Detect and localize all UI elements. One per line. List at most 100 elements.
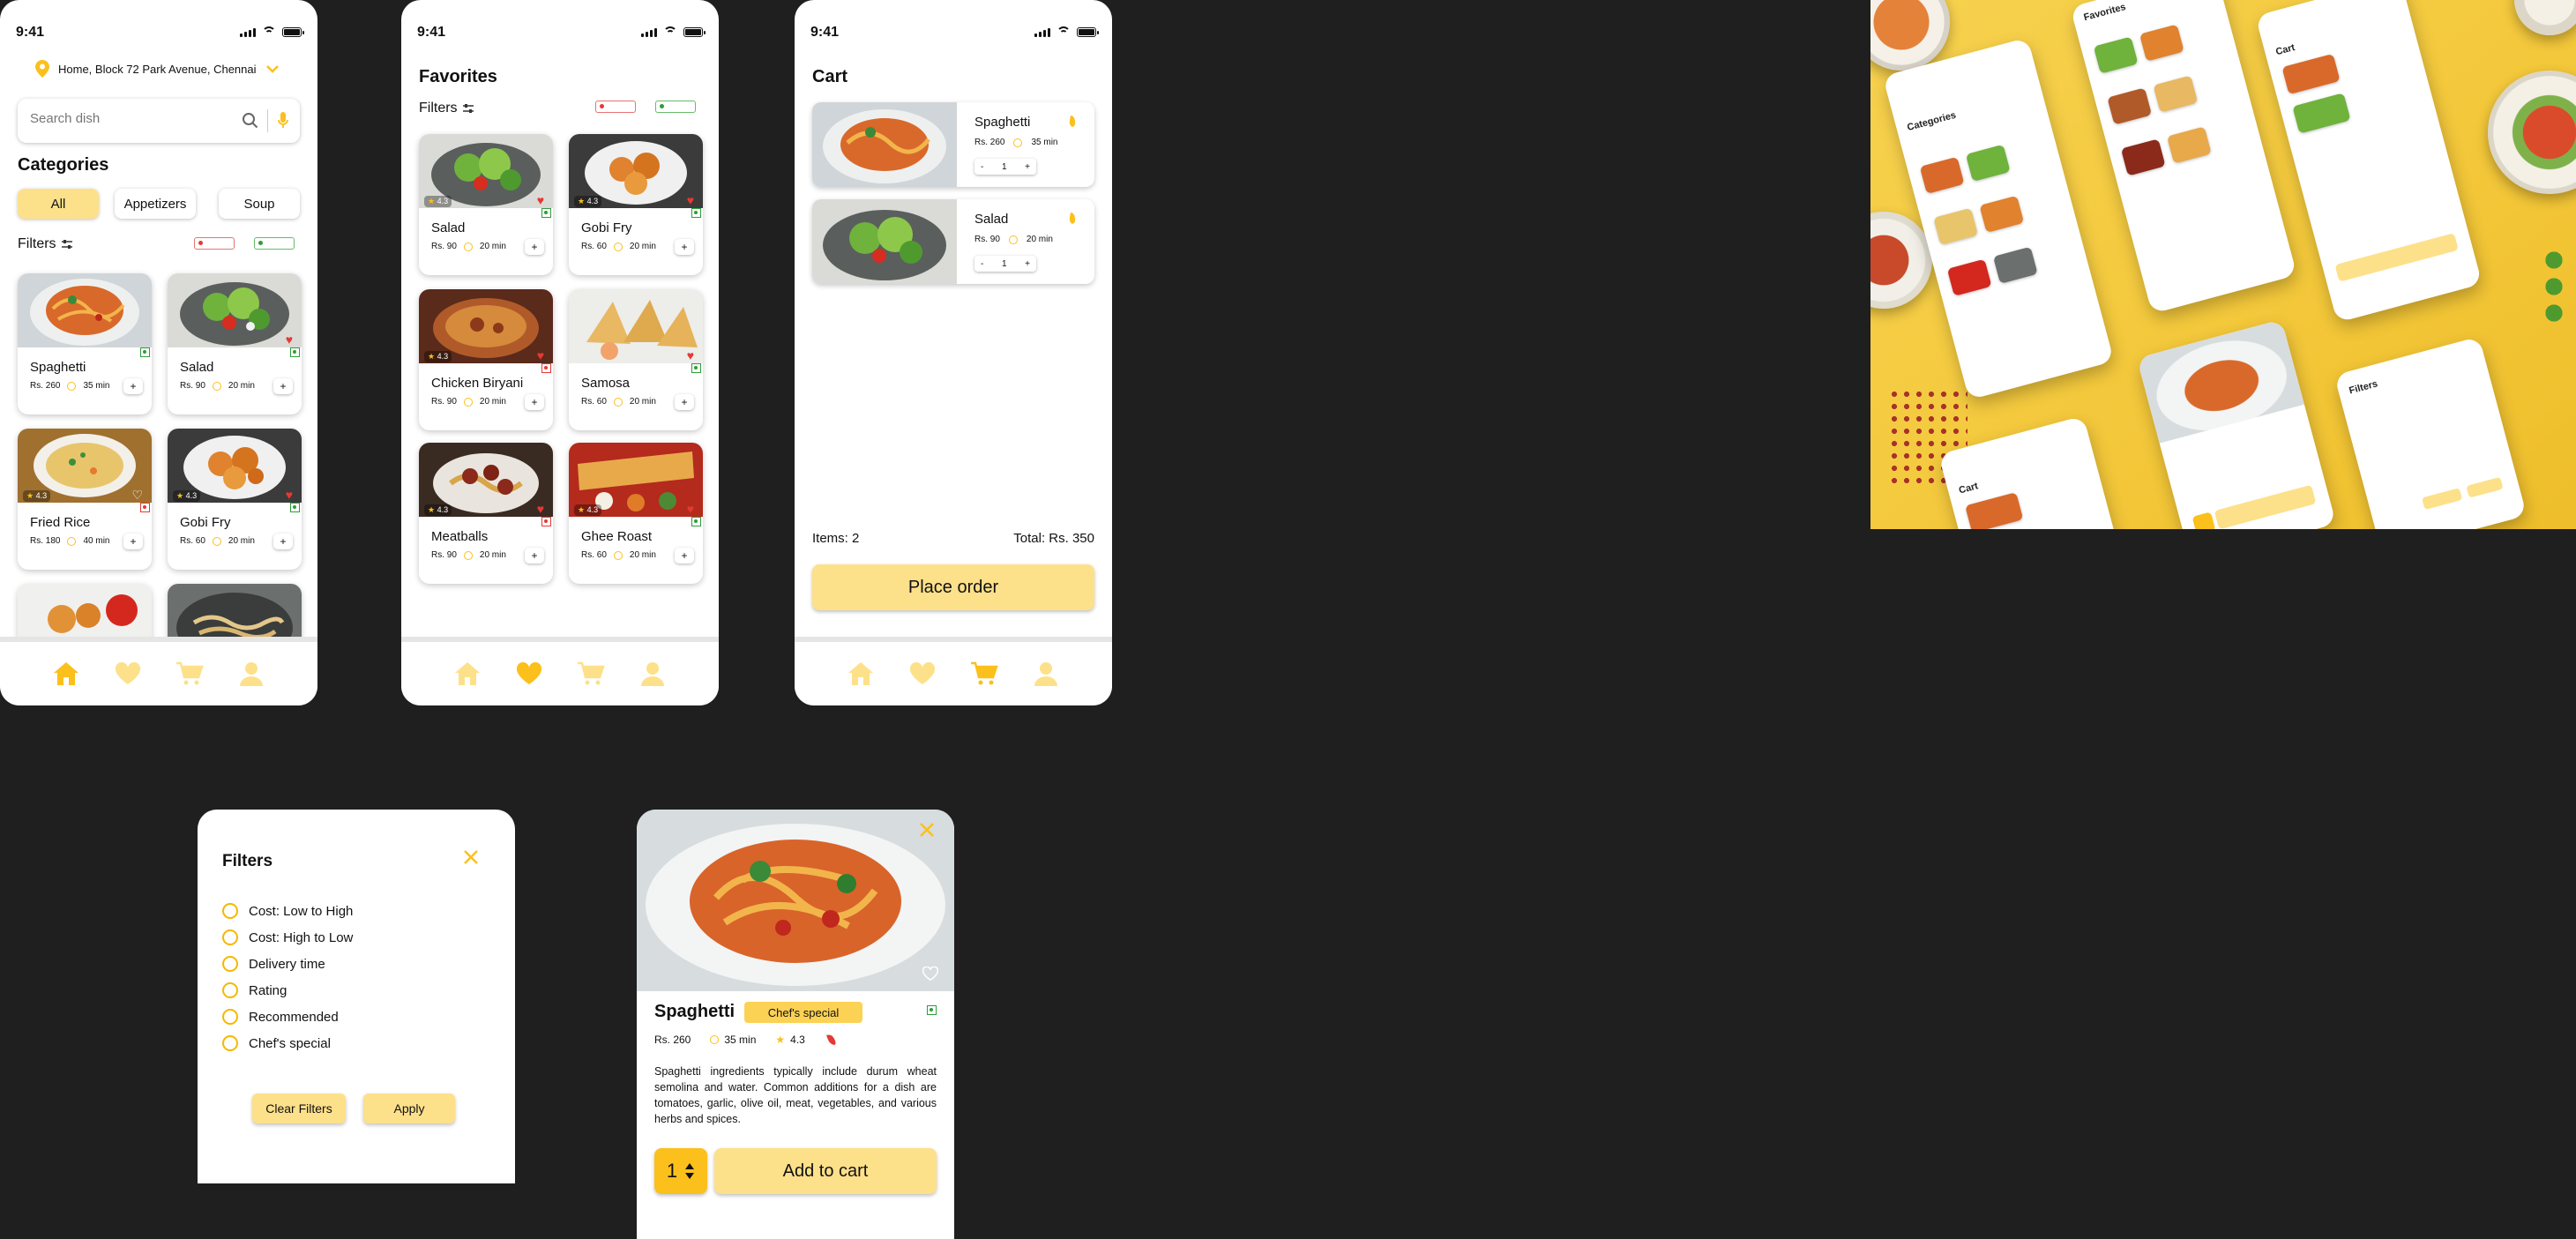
fav-card-ghee-roast[interactable]: ★ 4.3 ♥ Ghee Roast Rs. 60 20 min + — [569, 443, 703, 584]
tab-home[interactable] — [450, 656, 485, 691]
rating-badge: ★ 4.3 — [424, 196, 452, 207]
up-down-icon — [685, 1163, 695, 1179]
veg-icon — [541, 208, 551, 218]
tab-favorites[interactable] — [511, 656, 547, 691]
radio-icon[interactable] — [222, 903, 238, 919]
increment-button[interactable]: + — [1025, 259, 1030, 269]
category-chip-soup[interactable]: Soup — [219, 189, 300, 219]
cart-item-spaghetti[interactable]: Spaghetti Rs. 260 35 min - 1 + — [812, 102, 1094, 187]
add-button[interactable]: + — [675, 239, 694, 255]
mic-icon[interactable] — [277, 111, 289, 131]
add-button[interactable]: + — [525, 548, 544, 564]
filter-option[interactable]: Recommended — [222, 1004, 353, 1030]
add-button[interactable]: + — [525, 239, 544, 255]
radio-icon[interactable] — [222, 982, 238, 998]
heart-icon[interactable]: ♥ — [687, 194, 694, 206]
decrement-button[interactable]: - — [981, 162, 983, 172]
close-icon[interactable] — [462, 848, 480, 866]
tab-profile[interactable] — [1028, 656, 1064, 691]
clear-filters-button[interactable]: Clear Filters — [252, 1093, 346, 1123]
radio-icon[interactable] — [222, 1035, 238, 1051]
cart-item-price: Rs. 90 — [974, 235, 1000, 244]
filter-option[interactable]: Cost: Low to High — [222, 898, 353, 924]
location-selector[interactable]: Home, Block 72 Park Avenue, Chennai — [35, 60, 280, 78]
cart-item-name: Salad — [974, 212, 1009, 227]
cart-icon — [176, 661, 204, 685]
fav-card-samosa[interactable]: ♥ Samosa Rs. 60 20 min + — [569, 289, 703, 430]
dish-time: 35 min — [83, 381, 110, 391]
dish-name: Samosa — [581, 376, 631, 391]
page-title: Favorites — [419, 67, 497, 86]
heart-icon[interactable]: ♥ — [687, 349, 694, 362]
tab-profile[interactable] — [234, 656, 269, 691]
heart-icon[interactable]: ♥ — [537, 349, 544, 362]
quantity-stepper[interactable]: - 1 + — [974, 256, 1036, 272]
heart-icon[interactable]: ♥ — [537, 194, 544, 206]
category-chip-all[interactable]: All — [18, 189, 99, 219]
quantity-stepper[interactable]: - 1 + — [974, 159, 1036, 175]
radio-icon[interactable] — [222, 929, 238, 945]
increment-button[interactable]: + — [1025, 162, 1030, 172]
add-button[interactable]: + — [123, 378, 143, 394]
nonveg-filter-toggle[interactable] — [595, 101, 636, 113]
dish-card-gobi-fry[interactable]: ★ 4.3 ♥ Gobi Fry Rs. 60 20 min + — [168, 429, 302, 570]
dish-time: 20 min — [479, 397, 506, 407]
tab-favorites[interactable] — [905, 656, 940, 691]
filter-option-label: Cost: High to Low — [249, 929, 354, 945]
veg-filter-toggle[interactable] — [254, 237, 295, 250]
fav-card-gobi-fry[interactable]: ★ 4.3 ♥ Gobi Fry Rs. 60 20 min + — [569, 134, 703, 275]
heart-icon[interactable]: ♥ — [537, 503, 544, 515]
tab-home[interactable] — [49, 656, 84, 691]
search-input[interactable] — [30, 111, 233, 126]
quantity-selector[interactable]: 1 — [654, 1148, 707, 1194]
fav-card-meatballs[interactable]: ★ 4.3 ♥ Meatballs Rs. 90 20 min + — [419, 443, 553, 584]
dish-name: Gobi Fry — [180, 515, 231, 530]
tab-cart[interactable] — [172, 656, 207, 691]
heart-icon[interactable]: ♡ — [131, 489, 143, 501]
search-bar[interactable] — [18, 99, 300, 143]
heart-icon[interactable] — [922, 967, 938, 981]
heart-icon[interactable]: ♥ — [286, 489, 293, 501]
tab-profile[interactable] — [635, 656, 670, 691]
filters-button[interactable]: Filters — [419, 101, 474, 116]
add-button[interactable]: + — [273, 534, 293, 549]
filter-option[interactable]: Chef's special — [222, 1030, 353, 1056]
add-button[interactable]: + — [525, 394, 544, 410]
apply-button[interactable]: Apply — [363, 1093, 455, 1123]
tab-cart[interactable] — [573, 656, 609, 691]
fav-card-salad[interactable]: ★ 4.3 ♥ Salad Rs. 90 20 min + — [419, 134, 553, 275]
tab-home[interactable] — [843, 656, 878, 691]
close-icon[interactable] — [919, 822, 935, 838]
radio-icon[interactable] — [222, 1009, 238, 1025]
filters-button[interactable]: Filters — [18, 236, 72, 252]
user-icon — [240, 662, 263, 686]
tab-favorites[interactable] — [110, 656, 146, 691]
cart-item-salad[interactable]: Salad Rs. 90 20 min - 1 + — [812, 199, 1094, 284]
tab-cart[interactable] — [967, 656, 1002, 691]
search-icon[interactable] — [242, 112, 259, 130]
add-button[interactable]: + — [675, 548, 694, 564]
decrement-button[interactable]: - — [981, 259, 983, 269]
clock-icon — [1013, 138, 1023, 147]
filter-option[interactable]: Delivery time — [222, 951, 353, 977]
filter-option[interactable]: Cost: High to Low — [222, 924, 353, 951]
place-order-button[interactable]: Place order — [812, 564, 1094, 610]
add-button[interactable]: + — [123, 534, 143, 549]
heart-icon[interactable]: ♥ — [286, 333, 293, 346]
dish-card-fried-rice[interactable]: ★ 4.3 ♡ Fried Rice Rs. 180 40 min + — [18, 429, 152, 570]
veg-icon — [691, 208, 701, 218]
food-plate-image — [2488, 71, 2576, 194]
nonveg-filter-toggle[interactable] — [194, 237, 235, 250]
radio-icon[interactable] — [222, 956, 238, 972]
fav-card-chicken-biryani[interactable]: ★ 4.3 ♥ Chicken Biryani Rs. 90 20 min + — [419, 289, 553, 430]
add-to-cart-button[interactable]: Add to cart — [714, 1148, 937, 1194]
dish-card-spaghetti[interactable]: Spaghetti Rs. 260 35 min + — [18, 273, 152, 414]
filter-option[interactable]: Rating — [222, 977, 353, 1004]
dish-card-salad[interactable]: ♥ Salad Rs. 90 20 min + — [168, 273, 302, 414]
veg-filter-toggle[interactable] — [655, 101, 696, 113]
add-button[interactable]: + — [675, 394, 694, 410]
category-chip-appetizers[interactable]: Appetizers — [115, 189, 196, 219]
heart-icon[interactable]: ♥ — [687, 503, 694, 515]
user-icon — [1034, 662, 1057, 686]
add-button[interactable]: + — [273, 378, 293, 394]
